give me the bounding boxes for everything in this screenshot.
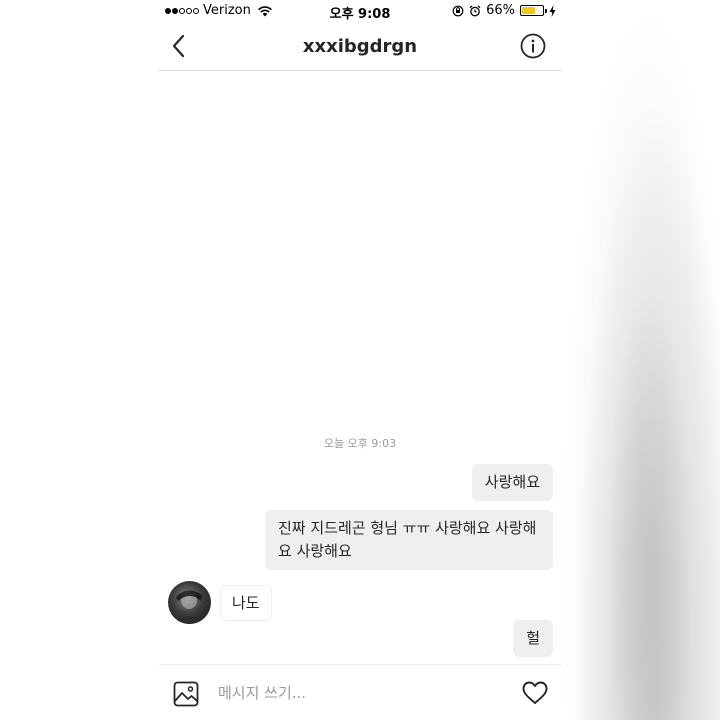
battery-icon bbox=[520, 5, 547, 16]
image-icon[interactable] bbox=[173, 681, 199, 707]
orientation-lock-icon bbox=[452, 5, 464, 16]
message-composer bbox=[158, 664, 562, 720]
screenshot-frame: Verizon 오후 9:08 66% xxxibgdrgn 오늘 오후 9:0… bbox=[0, 0, 720, 720]
status-bar-right: 66% bbox=[452, 3, 556, 18]
alarm-icon bbox=[469, 4, 481, 16]
phone-screen: Verizon 오후 9:08 66% xxxibgdrgn 오늘 오후 9:0… bbox=[158, 0, 562, 720]
received-message-bubble[interactable]: 나도 bbox=[220, 585, 272, 621]
status-bar: Verizon 오후 9:08 66% bbox=[158, 0, 562, 22]
avatar-photo bbox=[174, 590, 205, 624]
heart-icon[interactable] bbox=[522, 681, 548, 705]
sent-message-bubble[interactable]: 진짜 지드레곤 형님 ㅠㅠ 사랑해요 사랑해요 사랑해요 bbox=[265, 510, 553, 570]
charging-bolt-icon bbox=[549, 4, 556, 17]
info-icon[interactable] bbox=[520, 33, 546, 59]
sent-message-bubble[interactable]: 사랑해요 bbox=[471, 464, 553, 501]
battery-level-fill bbox=[522, 7, 536, 14]
conversation-title[interactable]: xxxibgdrgn bbox=[158, 36, 562, 57]
conversation-header: xxxibgdrgn bbox=[158, 22, 562, 71]
blurred-background bbox=[562, 0, 720, 720]
battery-percent: 66% bbox=[486, 3, 515, 18]
sent-message-bubble[interactable]: 헐 bbox=[513, 620, 553, 657]
conversation-timestamp: 오늘 오후 9:03 bbox=[323, 437, 397, 450]
sender-avatar[interactable] bbox=[168, 581, 211, 624]
message-input[interactable] bbox=[218, 679, 498, 707]
